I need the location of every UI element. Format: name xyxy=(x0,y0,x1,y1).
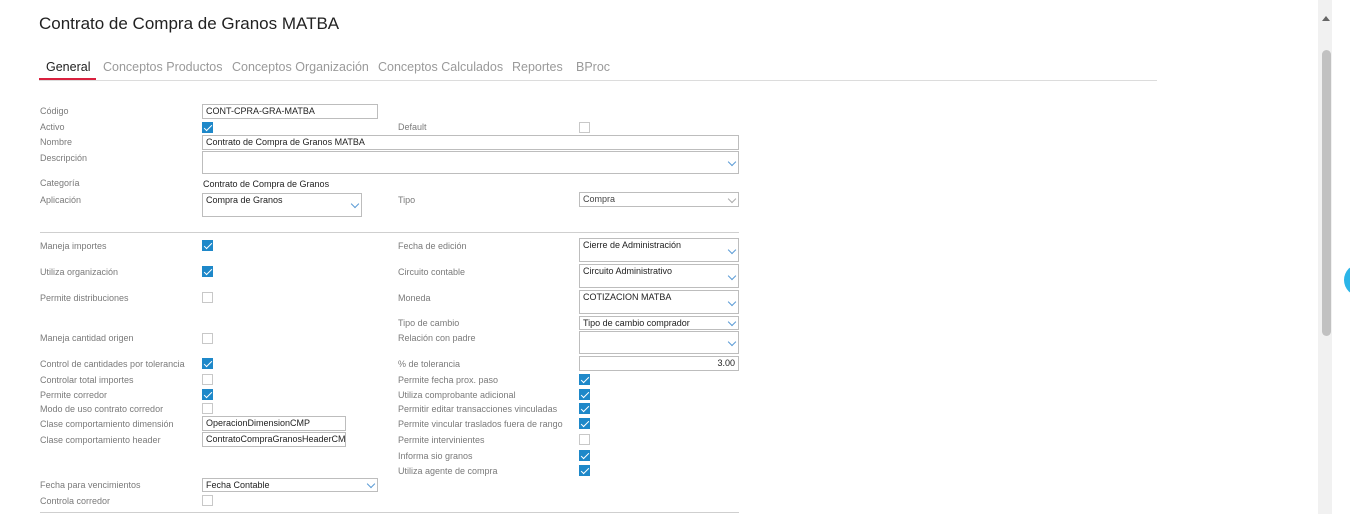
clase-header-input[interactable]: ContratoCompraGranosHeaderCMP xyxy=(202,432,346,447)
default-label: Default xyxy=(398,122,427,132)
moneda-label: Moneda xyxy=(398,293,431,303)
utiliza-organizacion-checkbox[interactable] xyxy=(202,266,213,277)
tipo-cambio-select[interactable]: Tipo de cambio comprador xyxy=(579,316,739,330)
permite-vincular-label: Permite vincular traslados fuera de rang… xyxy=(398,419,563,429)
fecha-edicion-label: Fecha de edición xyxy=(398,241,467,251)
descripcion-label: Descripción xyxy=(40,153,88,163)
section-divider xyxy=(40,232,739,233)
permite-corredor-label: Permite corredor xyxy=(40,390,108,400)
maneja-importes-checkbox[interactable] xyxy=(202,240,213,251)
nombre-label: Nombre xyxy=(40,137,73,147)
circuito-contable-label: Circuito contable xyxy=(398,267,466,277)
clase-dimension-label: Clase comportamiento dimensión xyxy=(40,419,174,429)
pct-tolerancia-input[interactable]: 3.00 xyxy=(579,356,739,371)
relacion-padre-select[interactable] xyxy=(579,331,739,354)
utiliza-organizacion-label: Utiliza organización xyxy=(40,267,119,277)
modo-uso-corredor-checkbox[interactable] xyxy=(202,403,213,414)
permitir-editar-label: Permitir editar transacciones vinculadas xyxy=(398,404,558,414)
scrollbar-thumb[interactable] xyxy=(1322,50,1331,336)
tabs-divider xyxy=(39,80,1157,81)
tab-conceptos-organizacion[interactable]: Conceptos Organización xyxy=(232,60,369,74)
tab-conceptos-calculados[interactable]: Conceptos Calculados xyxy=(378,60,503,74)
default-checkbox[interactable] xyxy=(579,122,590,133)
controla-corredor-label: Controla corredor xyxy=(40,496,111,506)
fecha-vencimientos-label: Fecha para vencimientos xyxy=(40,480,141,490)
tab-conceptos-productos[interactable]: Conceptos Productos xyxy=(103,60,223,74)
maneja-importes-label: Maneja importes xyxy=(40,241,107,251)
circuito-contable-select[interactable]: Circuito Administrativo xyxy=(579,264,739,288)
relacion-padre-label: Relación con padre xyxy=(398,333,476,343)
codigo-input[interactable]: CONT-CPRA-GRA-MATBA xyxy=(202,104,378,119)
permite-intervinientes-checkbox[interactable] xyxy=(579,434,590,445)
clase-dimension-input[interactable]: OperacionDimensionCMP xyxy=(202,416,346,431)
permitir-editar-checkbox[interactable] xyxy=(579,403,590,414)
controlar-total-label: Controlar total importes xyxy=(40,375,134,385)
tab-general[interactable]: General xyxy=(46,60,90,74)
aplicacion-select[interactable]: Compra de Granos xyxy=(202,193,362,217)
utiliza-agente-label: Utiliza agente de compra xyxy=(398,466,498,476)
permite-intervinientes-label: Permite intervinientes xyxy=(398,435,485,445)
fecha-edicion-select[interactable]: Cierre de Administración xyxy=(579,238,739,262)
permite-fecha-prox-label: Permite fecha prox. paso xyxy=(398,375,499,385)
utiliza-comprobante-checkbox[interactable] xyxy=(579,389,590,400)
categoria-label: Categoría xyxy=(40,178,80,188)
moneda-select[interactable]: COTIZACION MATBA xyxy=(579,290,739,314)
tipo-cambio-label: Tipo de cambio xyxy=(398,318,460,328)
activo-checkbox[interactable] xyxy=(202,122,213,133)
codigo-label: Código xyxy=(40,106,69,116)
informa-sio-label: Informa sio granos xyxy=(398,451,473,461)
controlar-total-checkbox[interactable] xyxy=(202,374,213,385)
tipo-label: Tipo xyxy=(398,195,416,205)
control-cantidades-label: Control de cantidades por tolerancia xyxy=(40,359,185,369)
pct-tolerancia-label: % de tolerancia xyxy=(398,359,461,369)
tipo-select[interactable]: Compra xyxy=(579,192,739,207)
controla-corredor-checkbox[interactable] xyxy=(202,495,213,506)
permite-corredor-checkbox[interactable] xyxy=(202,389,213,400)
tab-reportes[interactable]: Reportes xyxy=(512,60,563,74)
side-panel-handle[interactable] xyxy=(1344,264,1350,296)
aplicacion-label: Aplicación xyxy=(40,195,82,205)
activo-label: Activo xyxy=(40,122,65,132)
permite-vincular-checkbox[interactable] xyxy=(579,418,590,429)
utiliza-agente-checkbox[interactable] xyxy=(579,465,590,476)
page-title: Contrato de Compra de Granos MATBA xyxy=(39,14,340,33)
modo-uso-corredor-label: Modo de uso contrato corredor xyxy=(40,404,164,414)
maneja-cantidad-origen-checkbox[interactable] xyxy=(202,333,213,344)
control-cantidades-checkbox[interactable] xyxy=(202,358,213,369)
clase-header-label: Clase comportamiento header xyxy=(40,435,161,445)
nombre-input[interactable]: Contrato de Compra de Granos MATBA xyxy=(202,135,739,150)
maneja-cantidad-origen-label: Maneja cantidad origen xyxy=(40,333,134,343)
permite-distribuciones-checkbox[interactable] xyxy=(202,292,213,303)
permite-distribuciones-label: Permite distribuciones xyxy=(40,293,129,303)
utiliza-comprobante-label: Utiliza comprobante adicional xyxy=(398,390,516,400)
fecha-vencimientos-select[interactable]: Fecha Contable xyxy=(202,478,378,492)
categoria-value: Contrato de Compra de Granos xyxy=(203,179,330,189)
scroll-up-icon[interactable] xyxy=(1322,16,1330,21)
descripcion-input[interactable] xyxy=(202,151,739,174)
section-divider xyxy=(40,512,739,513)
tab-bproc[interactable]: BProc xyxy=(576,60,610,74)
permite-fecha-prox-checkbox[interactable] xyxy=(579,374,590,385)
informa-sio-checkbox[interactable] xyxy=(579,450,590,461)
